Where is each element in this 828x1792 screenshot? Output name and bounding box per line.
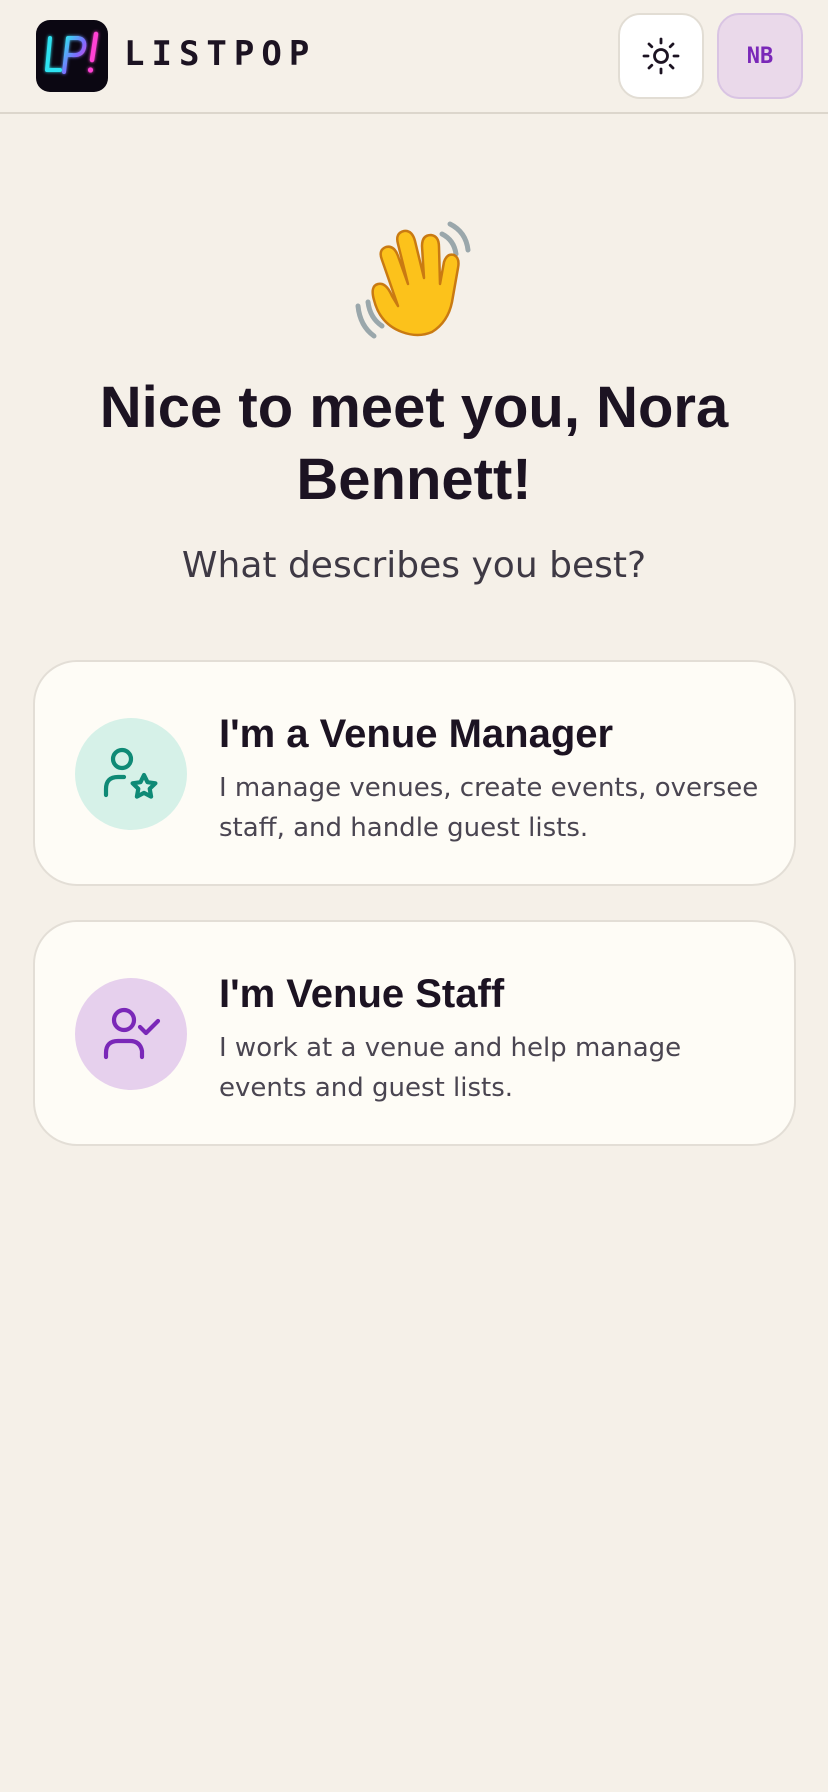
- theme-toggle-button[interactable]: [618, 13, 704, 99]
- logo-mark-icon: [45, 31, 99, 74]
- role-description: I manage venues, create events, oversee …: [219, 773, 759, 843]
- role-title: I'm Venue Staff: [219, 972, 505, 1016]
- role-option-venue-staff[interactable]: I'm Venue Staff I work at a venue and he…: [33, 920, 796, 1146]
- role-icon-circle: [75, 978, 187, 1090]
- user-star-icon: [103, 747, 158, 799]
- top-bar: LISTPOP NB: [0, 0, 828, 114]
- welcome-heading: Nice to meet you, Nora Bennett!: [99, 375, 729, 512]
- brand-name: LISTPOP: [124, 34, 317, 74]
- waving-hand-emoji-icon: [344, 214, 484, 354]
- role-option-venue-manager[interactable]: I'm a Venue Manager I manage venues, cre…: [33, 660, 796, 886]
- user-check-icon: [103, 1007, 161, 1060]
- role-title: I'm a Venue Manager: [219, 712, 614, 756]
- user-avatar-button[interactable]: NB: [717, 13, 803, 99]
- app-logo[interactable]: [36, 20, 108, 92]
- role-icon-circle: [75, 718, 187, 830]
- role-description: I work at a venue and help manage events…: [219, 1033, 682, 1103]
- role-question: What describes you best?: [181, 545, 647, 586]
- sun-icon: [642, 37, 680, 75]
